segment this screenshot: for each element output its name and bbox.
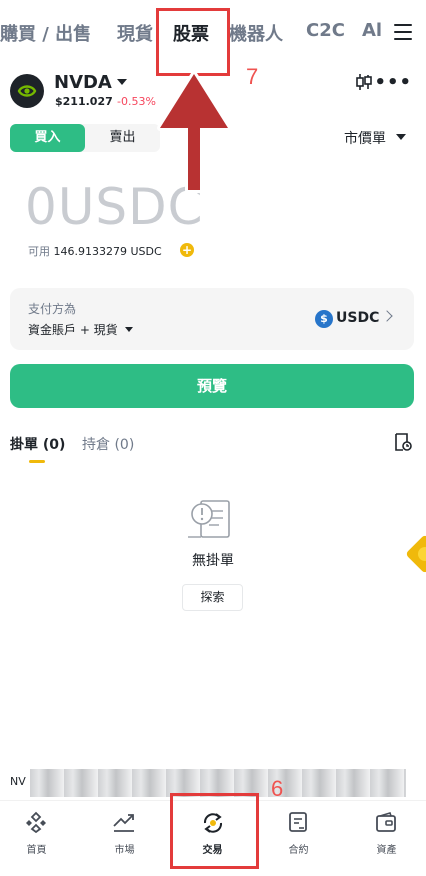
futures-icon xyxy=(289,812,307,832)
nav-futures[interactable]: 合約 xyxy=(256,801,341,871)
usdc-coin-icon: $ xyxy=(315,310,333,328)
pair-price: $211.027 xyxy=(55,95,113,108)
tab-ai[interactable]: Al xyxy=(362,20,382,41)
payment-source[interactable]: 資金賬戶 + 現貨 xyxy=(28,321,118,338)
tab-bots[interactable]: 機器人 xyxy=(229,20,283,46)
available-balance: 可用 146.9133279 USDC xyxy=(28,243,162,259)
more-dots-icon[interactable]: ••• xyxy=(374,74,412,92)
order-type-select[interactable]: 市價單 xyxy=(344,128,386,148)
active-tab-indicator xyxy=(29,460,45,463)
payment-source-dropdown-icon[interactable] xyxy=(125,327,133,332)
annotation-step-6: 6 xyxy=(271,776,284,801)
add-funds-icon[interactable]: + xyxy=(180,243,194,257)
nav-home[interactable]: 首頁 xyxy=(0,801,79,871)
annotation-step-7: 7 xyxy=(246,64,259,89)
tab-c2c[interactable]: C2C xyxy=(306,20,345,41)
payment-label: 支付方為 xyxy=(28,302,77,316)
tab-open-orders[interactable]: 掛單 (0) xyxy=(10,434,65,454)
nav-label-market: 市場 xyxy=(114,845,135,856)
ticker-label: NV xyxy=(10,775,26,788)
order-history-icon[interactable] xyxy=(394,432,412,452)
annotation-arrow-up-icon xyxy=(157,71,231,193)
available-label: 可用 xyxy=(28,245,50,258)
tab-spot[interactable]: 現貨 xyxy=(117,20,153,46)
nvidia-logo-icon xyxy=(10,74,44,108)
candlestick-icon[interactable] xyxy=(354,72,374,92)
buy-button[interactable]: 買入 xyxy=(10,124,85,152)
home-icon xyxy=(26,811,46,833)
payment-asset: USDC xyxy=(336,310,380,326)
market-chart-icon xyxy=(113,814,134,832)
tab-positions[interactable]: 持倉 (0) xyxy=(82,434,134,454)
payment-method-card[interactable]: 支付方為 資金賬戶 + 現貨 $ USDC xyxy=(10,288,414,350)
annotation-box-trade-tab xyxy=(170,793,259,869)
nav-label-assets: 資產 xyxy=(376,845,397,856)
hamburger-icon[interactable] xyxy=(394,24,412,40)
side-toggle: 買入 賣出 xyxy=(10,124,160,152)
nav-assets[interactable]: 資產 xyxy=(344,801,426,871)
explore-button[interactable]: 探索 xyxy=(182,584,243,611)
pair-dropdown-icon[interactable] xyxy=(117,79,127,85)
empty-orders-text: 無掛單 xyxy=(192,553,234,569)
wallet-icon xyxy=(376,812,396,832)
order-type-dropdown-icon[interactable] xyxy=(396,134,406,140)
pair-symbol[interactable]: NVDA xyxy=(54,72,112,93)
amount-value: 0 xyxy=(25,178,58,236)
tab-buy-sell[interactable]: 購買 / 出售 xyxy=(0,20,91,46)
nav-label-futures: 合約 xyxy=(288,845,309,856)
preview-button[interactable]: 預覽 xyxy=(10,364,414,408)
chevron-right-icon[interactable] xyxy=(381,310,393,322)
nav-label-home: 首頁 xyxy=(26,845,47,856)
available-value: 146.9133279 USDC xyxy=(53,245,162,258)
nav-market[interactable]: 市場 xyxy=(82,801,167,871)
empty-orders-icon xyxy=(188,500,230,538)
